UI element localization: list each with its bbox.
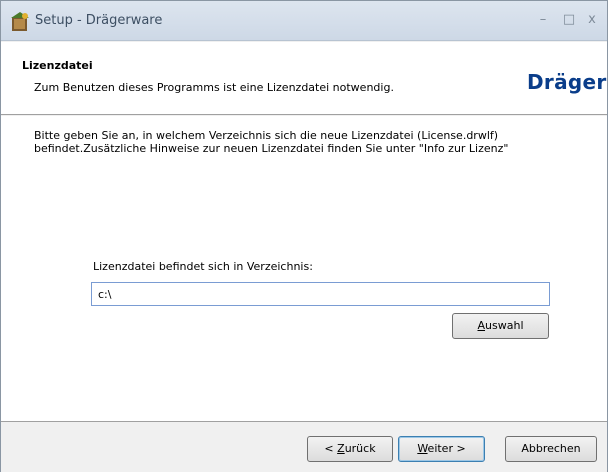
directory-label: Lizenzdatei befindet sich in Verzeichnis… [93,260,313,273]
page-title: Lizenzdatei [22,59,93,72]
license-directory-input[interactable] [91,282,550,306]
back-prefix: < [324,442,338,455]
info-text: Bitte geben Sie an, in welchem Verzeichn… [34,129,594,155]
cancel-button[interactable]: Abbrechen [505,436,597,462]
draeger-logo: Dräger [527,70,607,94]
info-line-1: Bitte geben Sie an, in welchem Verzeichn… [34,129,499,142]
wizard-footer: < Zurück Weiter > Abbrechen [1,422,607,472]
next-label: eiter > [427,442,466,455]
browse-accel: A [477,319,486,332]
back-accel: Z [337,442,345,455]
page-subtitle: Zum Benutzen dieses Programms ist eine L… [34,81,394,94]
browse-label: uswahl [485,319,524,332]
setup-window: Setup - Drägerware – □ x Lizenzdatei Zum… [0,0,608,472]
info-line-2: befindet.Zusätzliche Hinweise zur neuen … [34,142,509,155]
setup-app-icon [11,12,29,31]
close-button[interactable]: x [583,12,601,28]
back-label: urück [344,442,376,455]
window-title: Setup - Drägerware [35,13,163,28]
browse-button[interactable]: Auswahl [452,313,549,339]
next-accel: W [417,442,428,455]
minimize-button[interactable]: – [534,12,552,28]
maximize-button[interactable]: □ [560,12,578,28]
wizard-body: Bitte geben Sie an, in welchem Verzeichn… [1,116,607,421]
back-button[interactable]: < Zurück [307,436,393,462]
wizard-header: Lizenzdatei Zum Benutzen dieses Programm… [1,42,607,115]
title-bar[interactable]: Setup - Drägerware – □ x [1,1,607,41]
next-button[interactable]: Weiter > [398,436,485,462]
